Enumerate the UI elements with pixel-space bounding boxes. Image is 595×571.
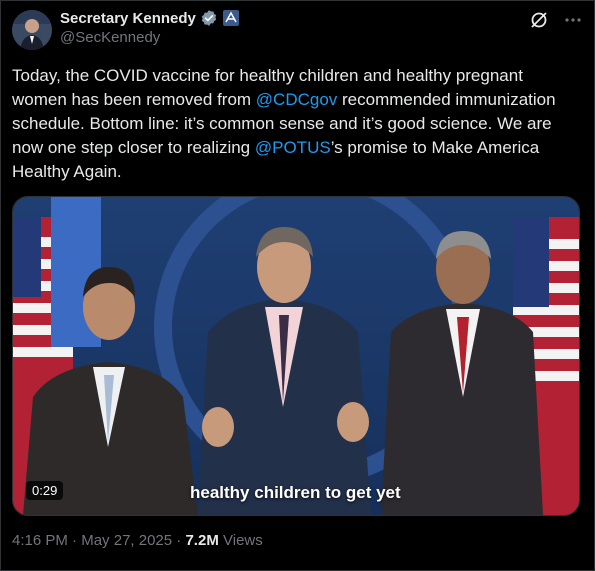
mention-potus-link[interactable]: @POTUS xyxy=(255,138,331,157)
tweet-meta: 4:16 PM · May 27, 2025 · 7.2M Views xyxy=(12,532,263,549)
tweet-header: Secretary Kennedy @SecKennedy xyxy=(12,8,583,50)
tweet-text: Today, the COVID vaccine for healthy chi… xyxy=(12,64,577,184)
video-player[interactable] xyxy=(12,196,580,516)
video-frame xyxy=(13,197,579,515)
user-handle[interactable]: @SecKennedy xyxy=(60,29,160,46)
tweet-time-link[interactable]: 4:16 PM xyxy=(12,532,68,549)
verified-badge-icon[interactable] xyxy=(200,9,218,27)
views-count: 7.2M xyxy=(185,532,219,549)
name-row: Secretary Kennedy xyxy=(60,9,240,27)
video-duration-badge: 0:29 xyxy=(26,481,64,500)
meta-separator: · xyxy=(67,532,82,549)
views-label: Views xyxy=(223,532,263,549)
grok-icon[interactable] xyxy=(529,10,549,30)
tweet-date-link[interactable]: May 27, 2025 xyxy=(81,532,172,549)
display-name[interactable]: Secretary Kennedy xyxy=(60,10,196,27)
mention-cdcgov-link[interactable]: @CDCgov xyxy=(256,90,338,109)
top-actions xyxy=(529,10,583,30)
more-options-icon[interactable] xyxy=(563,10,583,30)
government-affiliate-icon[interactable] xyxy=(222,9,240,27)
avatar[interactable] xyxy=(12,10,52,50)
meta-separator: · xyxy=(172,532,186,549)
video-caption: healthy children to get yet xyxy=(190,483,401,502)
